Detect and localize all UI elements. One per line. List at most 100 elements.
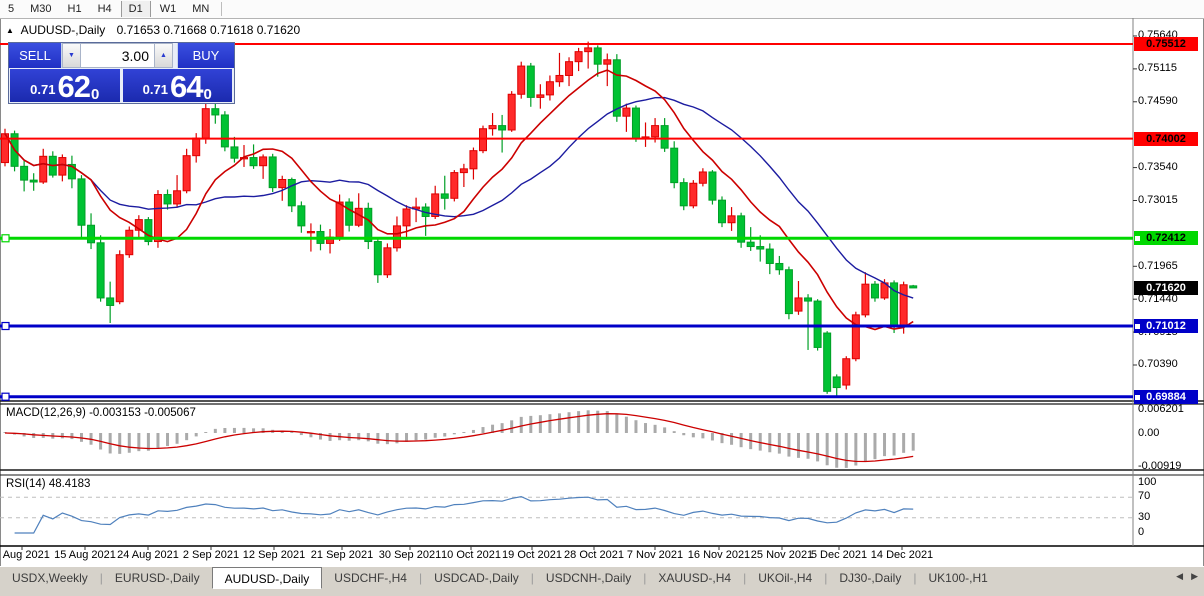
candle-body (153, 194, 162, 243)
candle-body (459, 168, 468, 174)
sell-price-sup: 0 (90, 86, 100, 103)
buy-price-display[interactable]: 0.71 64 0 (122, 69, 232, 104)
support-blue-2-handle[interactable] (1, 392, 10, 401)
candle-body (689, 182, 698, 207)
price-axis-label: 0.71965 (1138, 259, 1178, 272)
candle-body (259, 156, 268, 167)
candle-body (593, 47, 602, 65)
candle-body (402, 208, 411, 227)
chart-tab-usdcnh-daily[interactable]: USDCNH-,Daily (534, 569, 643, 587)
candle-body (832, 376, 841, 389)
candle-body (306, 231, 315, 234)
candle-body (450, 172, 459, 199)
candle-body (708, 171, 717, 201)
candle-body (230, 146, 239, 159)
support-green-price-label: 0.72412 (1134, 231, 1198, 246)
candle-body (440, 193, 449, 199)
candle-body (842, 358, 851, 386)
rsi-line (14, 495, 914, 534)
sell-price-prefix: 0.71 (30, 82, 56, 97)
support-blue-1-price-label: 0.71012 (1134, 319, 1198, 333)
candle-body (909, 285, 918, 289)
candle-body (249, 157, 258, 167)
candle-body (507, 93, 516, 131)
candle-body (784, 269, 793, 315)
candle-body (211, 108, 220, 116)
candle-body (756, 246, 765, 250)
rsi-axis-label: 0 (1138, 526, 1145, 538)
chart-tab-usdchf-h4[interactable]: USDCHF-,H4 (322, 569, 419, 587)
current-price-label: 0.71620 (1134, 280, 1198, 295)
price-axis-label: 0.70390 (1138, 358, 1178, 371)
candle-body (29, 179, 38, 183)
candle-body (192, 137, 201, 157)
support-blue-1-handle[interactable] (1, 321, 10, 331)
chart-tab-uk100-h1[interactable]: UK100-,H1 (916, 569, 999, 587)
resistance-1-price-label: 0.75512 (1134, 37, 1198, 51)
candle-body (679, 182, 688, 207)
volume-input[interactable] (81, 43, 154, 68)
candle-body (765, 248, 774, 264)
chart-tab-usdcad-daily[interactable]: USDCAD-,Daily (422, 569, 531, 587)
candle-body (479, 128, 487, 152)
candle-body (698, 171, 707, 184)
candle-body (287, 178, 296, 207)
rsi-axis-label: 30 (1138, 511, 1151, 523)
candle-body (182, 155, 191, 192)
support-green-handle[interactable] (1, 234, 10, 243)
candle-body (268, 156, 277, 189)
rsi-axis-label: 70 (1138, 490, 1151, 502)
candle-body (77, 178, 86, 226)
candle-body (297, 205, 306, 227)
candle-body (823, 332, 832, 392)
support-blue-2-price-label: 0.69884 (1134, 389, 1198, 404)
candle-body (718, 199, 726, 224)
candle-body (39, 155, 48, 183)
buy-price-big: 64 (169, 69, 203, 104)
candle-body (545, 81, 554, 96)
support-green-label-handle[interactable] (1135, 236, 1140, 242)
chart-tab-xauusd-h4[interactable]: XAUUSD-,H4 (646, 569, 743, 587)
candle-body (899, 284, 908, 327)
candle-body (220, 114, 229, 148)
tab-scroll-right-icon[interactable]: ▶ (1191, 571, 1198, 582)
candle-body (861, 283, 870, 316)
collapse-triangle-icon[interactable]: ▲ (6, 26, 14, 35)
ma-fast-line (4, 69, 914, 331)
candle-body (574, 51, 583, 63)
chart-tab-bar: USDX,Weekly | EURUSD-,Daily AUDUSD-,Daily US… (0, 566, 1204, 596)
candle-body (201, 108, 210, 139)
candle-body (660, 125, 669, 149)
rsi-indicator-label: RSI(14) 48.4183 (6, 478, 91, 490)
volume-up-button[interactable]: ▲ (154, 43, 173, 68)
candle-body (746, 241, 755, 248)
support-blue-1-label-handle[interactable] (1135, 324, 1140, 329)
candle-body (335, 201, 344, 238)
candle-body (469, 150, 478, 170)
chart-title-ohlc: 0.71653 0.71668 0.71618 0.71620 (116, 23, 301, 37)
buy-price-prefix: 0.71 (142, 82, 168, 97)
sell-price-display[interactable]: 0.71 62 0 (10, 69, 120, 102)
chart-tab-usdx-weekly[interactable]: USDX,Weekly (0, 569, 100, 587)
chart-tab-eurusd-daily[interactable]: EURUSD-,Daily (103, 569, 212, 587)
volume-down-button[interactable]: ▼ (62, 43, 81, 68)
candle-body (813, 300, 822, 348)
candle-body (96, 242, 105, 299)
sell-button[interactable]: SELL (9, 43, 62, 68)
support-blue-2-label-handle[interactable] (1135, 394, 1140, 400)
candle-body (870, 283, 879, 299)
chart-tab-dj30-daily[interactable]: DJ30-,Daily (827, 569, 913, 587)
date-axis-label: 14 Dec 2021 (870, 549, 934, 561)
buy-price-sup: 0 (203, 86, 212, 103)
candle-body (603, 59, 612, 65)
chart-tab-ukoil-h4[interactable]: UKOil-,H4 (746, 569, 824, 587)
candle-body (163, 194, 172, 205)
candle-body (517, 65, 526, 95)
chart-tab-audusd-daily[interactable]: AUDUSD-,Daily (211, 567, 323, 589)
candle-body (536, 94, 545, 98)
resistance-2-price-label: 0.74002 (1134, 131, 1198, 146)
buy-button[interactable]: BUY (177, 43, 234, 68)
candle-body (173, 190, 182, 205)
candle-body (555, 74, 564, 83)
tab-scroll-left-icon[interactable]: ◀ (1176, 571, 1183, 582)
